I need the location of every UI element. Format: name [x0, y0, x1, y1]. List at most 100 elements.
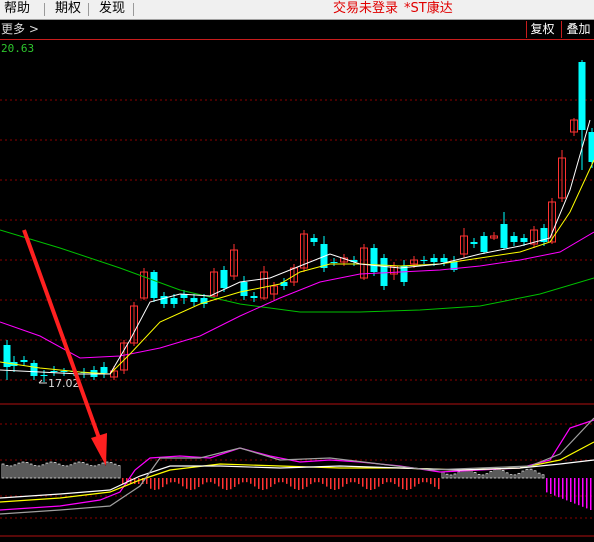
macd-bar-positive: [302, 478, 304, 490]
macd-bar-positive: [254, 478, 256, 487]
macd-bar-positive: [150, 478, 152, 489]
macd-bar-negative: [61, 465, 65, 479]
candle-body-down: [240, 282, 248, 296]
candle-body-down: [220, 270, 228, 288]
macd-bar-positive: [582, 478, 584, 507]
macd-bar-positive: [566, 478, 568, 501]
macd-bar-negative: [537, 472, 541, 479]
menu-options[interactable]: 期权: [55, 0, 81, 19]
macd-bar-negative: [101, 462, 105, 479]
overlay-button[interactable]: 叠加: [561, 21, 594, 38]
menu-discover[interactable]: 发现: [99, 0, 125, 19]
macd-bar-negative: [93, 465, 97, 479]
macd-bar-negative: [521, 470, 525, 479]
macd-bar-negative: [453, 473, 457, 479]
macd-bar-negative: [1, 463, 5, 479]
macd-bar-positive: [294, 478, 296, 489]
macd-bar-positive: [366, 478, 368, 490]
ma-long-line: [0, 231, 594, 359]
macd-bar-positive: [334, 478, 336, 490]
macd-bar-negative: [85, 463, 89, 479]
macd-bar-negative: [513, 474, 517, 479]
macd-bar-negative: [45, 462, 49, 479]
macd-bar-positive: [266, 478, 268, 490]
macd-bar-positive: [590, 478, 592, 510]
macd-bar-positive: [346, 478, 348, 485]
candle-body-down: [430, 258, 438, 262]
candle-body-down: [330, 262, 338, 263]
macd-bar-positive: [154, 478, 156, 490]
menu-help[interactable]: 帮助: [4, 0, 30, 19]
candle-body-down: [420, 260, 428, 261]
macd-bar-positive: [238, 478, 240, 485]
macd-bar-positive: [390, 478, 392, 483]
menu-bar: 帮助 期权 发现 交易未登录 *ST康达: [0, 0, 594, 20]
macd-bar-positive: [322, 478, 324, 484]
macd-bar-positive: [330, 478, 332, 490]
macd-bar-positive: [162, 478, 164, 488]
candle-body-down: [400, 266, 408, 282]
macd-bar-positive: [282, 478, 284, 483]
macd-bar-positive: [314, 478, 316, 483]
macd-bar-positive: [274, 478, 276, 485]
menu-separator: [44, 3, 45, 16]
candle-body-down: [40, 375, 48, 376]
low-price-marker: 17.02: [38, 377, 80, 390]
price-low-label: 17.02: [48, 377, 80, 390]
macd-bar-positive: [382, 478, 384, 484]
adjust-rights-button[interactable]: 复权: [526, 21, 558, 38]
candle-body-down: [60, 371, 68, 372]
macd-bar-negative: [489, 470, 493, 479]
macd-bar-positive: [206, 478, 208, 483]
candle-body-down: [150, 272, 158, 298]
macd-bar-negative: [481, 474, 485, 479]
macd-bar-negative: [53, 462, 57, 479]
macd-bar-negative: [457, 471, 461, 479]
macd-bar-positive: [406, 478, 408, 490]
macd-bar-positive: [438, 478, 440, 490]
macd-bar-positive: [286, 478, 288, 484]
macd-bar-positive: [166, 478, 168, 485]
candle-body-down: [170, 298, 178, 304]
macd-bar-negative: [485, 473, 489, 479]
macd-bar-negative: [37, 465, 41, 479]
macd-bar-positive: [354, 478, 356, 483]
macd-bar-positive: [546, 478, 548, 493]
macd-bar-positive: [194, 478, 196, 490]
macd-bar-positive: [270, 478, 272, 487]
macd-bar-positive: [186, 478, 188, 489]
macd-bar-positive: [374, 478, 376, 490]
macd-bar-negative: [525, 468, 529, 479]
macd-bar-positive: [258, 478, 260, 489]
macd-bar-positive: [214, 478, 216, 484]
trade-login-status[interactable]: 交易未登录: [333, 0, 398, 19]
macd-bar-negative: [117, 465, 121, 479]
grid-lines: [0, 99, 594, 519]
macd-bar-positive: [378, 478, 380, 487]
macd-bar-positive: [410, 478, 412, 490]
macd-bar-positive: [426, 478, 428, 483]
candle-body-down: [588, 132, 594, 162]
macd-bar-positive: [342, 478, 344, 487]
candlesticks: [3, 60, 594, 382]
macd-bar-positive: [170, 478, 172, 483]
stock-name: *ST康达: [404, 1, 453, 16]
macd-bar-negative: [533, 470, 537, 479]
macd-bar-positive: [298, 478, 300, 490]
macd-bar-positive: [234, 478, 236, 487]
menu-separator: [88, 3, 89, 16]
macd-bar-positive: [418, 478, 420, 484]
macd-bar-negative: [469, 469, 473, 479]
macd-bar-positive: [246, 478, 248, 483]
macd-bar-positive: [226, 478, 228, 490]
macd-bar-positive: [578, 478, 580, 506]
macd-bar-negative: [541, 474, 545, 479]
macd-bar-positive: [398, 478, 400, 487]
more-button[interactable]: 更多 >: [1, 20, 39, 39]
macd-bar-positive: [402, 478, 404, 490]
kline-chart[interactable]: 17.02: [0, 40, 594, 542]
macd-bar-positive: [394, 478, 396, 485]
macd-bar-negative: [29, 463, 33, 479]
macd-bar-negative: [449, 474, 453, 479]
macd-bar-positive: [242, 478, 244, 483]
